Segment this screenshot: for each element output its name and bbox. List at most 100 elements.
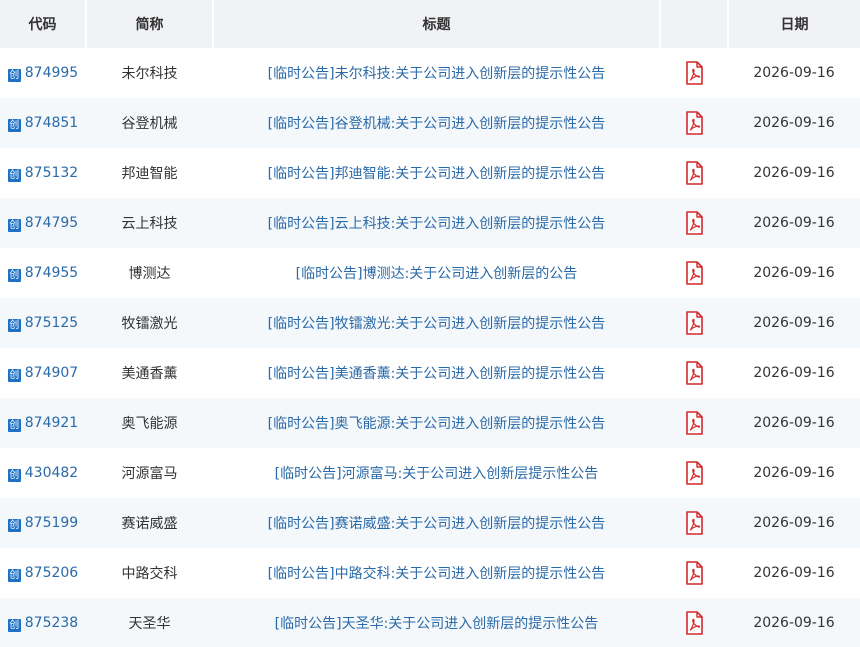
innovation-badge: 创 [7, 418, 21, 432]
file-cell [660, 248, 728, 298]
column-header-date: 日期 [728, 0, 860, 48]
file-cell [660, 148, 728, 198]
pdf-icon[interactable] [684, 211, 704, 235]
publish-date: 2026-09-16 [728, 148, 860, 198]
code-cell: 创 875238 [0, 598, 86, 647]
announcement-title-link[interactable]: [临时公告]谷登机械:关于公司进入创新层的提示性公告 [268, 116, 606, 132]
stock-code-link[interactable]: 430482 [25, 465, 78, 481]
stock-code-link[interactable]: 874955 [25, 265, 78, 281]
stock-code-link[interactable]: 875125 [25, 315, 78, 331]
announcement-title-link[interactable]: [临时公告]天圣华:关于公司进入创新层的提示性公告 [275, 616, 599, 632]
code-cell: 创 875206 [0, 548, 86, 598]
file-cell [660, 298, 728, 348]
stock-code-link[interactable]: 874795 [25, 215, 78, 231]
title-cell: [临时公告]中路交科:关于公司进入创新层的提示性公告 [213, 548, 660, 598]
stock-code-link[interactable]: 875132 [25, 165, 78, 181]
stock-name: 美通香薰 [86, 348, 213, 398]
table-row: 创 430482 河源富马 [临时公告]河源富马:关于公司进入创新层提示性公告 2… [0, 448, 860, 498]
pdf-icon[interactable] [684, 261, 704, 285]
table-row: 创 874907 美通香薰 [临时公告]美通香薰:关于公司进入创新层的提示性公告 … [0, 348, 860, 398]
table-row: 创 874995 未尔科技 [临时公告]未尔科技:关于公司进入创新层的提示性公告 … [0, 48, 860, 98]
innovation-badge: 创 [7, 68, 21, 82]
title-cell: [临时公告]美通香薰:关于公司进入创新层的提示性公告 [213, 348, 660, 398]
pdf-icon[interactable] [684, 561, 704, 585]
publish-date: 2026-09-16 [728, 248, 860, 298]
stock-code-link[interactable]: 875238 [25, 615, 78, 631]
column-header-name: 简称 [86, 0, 214, 48]
stock-code-link[interactable]: 874921 [25, 415, 78, 431]
pdf-icon[interactable] [684, 411, 704, 435]
table-row: 创 874851 谷登机械 [临时公告]谷登机械:关于公司进入创新层的提示性公告 … [0, 98, 860, 148]
code-cell: 创 874795 [0, 198, 86, 248]
file-cell [660, 98, 728, 148]
table-row: 创 875238 天圣华 [临时公告]天圣华:关于公司进入创新层的提示性公告 20… [0, 598, 860, 647]
title-cell: [临时公告]天圣华:关于公司进入创新层的提示性公告 [213, 598, 660, 647]
stock-code-link[interactable]: 874851 [25, 115, 78, 131]
pdf-icon[interactable] [684, 511, 704, 535]
stock-code-link[interactable]: 874995 [25, 65, 78, 81]
announcement-title-link[interactable]: [临时公告]美通香薰:关于公司进入创新层的提示性公告 [268, 366, 606, 382]
announcement-title-link[interactable]: [临时公告]邦迪智能:关于公司进入创新层的提示性公告 [268, 166, 606, 182]
pdf-icon[interactable] [684, 611, 704, 635]
file-cell [660, 548, 728, 598]
announcement-title-link[interactable]: [临时公告]牧镭激光:关于公司进入创新层的提示性公告 [268, 316, 606, 332]
innovation-badge: 创 [7, 518, 21, 532]
announcement-title-link[interactable]: [临时公告]奥飞能源:关于公司进入创新层的提示性公告 [268, 416, 606, 432]
table-row: 创 875199 赛诺威盛 [临时公告]赛诺威盛:关于公司进入创新层的提示性公告 … [0, 498, 860, 548]
stock-name: 谷登机械 [86, 98, 213, 148]
stock-name: 天圣华 [86, 598, 213, 647]
innovation-badge: 创 [7, 318, 21, 332]
stock-name: 牧镭激光 [86, 298, 213, 348]
code-cell: 创 875132 [0, 148, 86, 198]
announcement-title-link[interactable]: [临时公告]中路交科:关于公司进入创新层的提示性公告 [268, 566, 606, 582]
stock-name: 中路交科 [86, 548, 213, 598]
innovation-badge: 创 [7, 118, 21, 132]
announcement-title-link[interactable]: [临时公告]未尔科技:关于公司进入创新层的提示性公告 [268, 66, 606, 82]
announcement-title-link[interactable]: [临时公告]河源富马:关于公司进入创新层提示性公告 [275, 466, 599, 482]
file-cell [660, 348, 728, 398]
announcement-table: 代码 简称 标题 日期 创 874995 未尔科技 [临时公告]未尔科技:关于公司… [0, 0, 860, 647]
announcement-title-link[interactable]: [临时公告]赛诺威盛:关于公司进入创新层的提示性公告 [268, 516, 606, 532]
stock-name: 未尔科技 [86, 48, 213, 98]
code-cell: 创 430482 [0, 448, 86, 498]
title-cell: [临时公告]未尔科技:关于公司进入创新层的提示性公告 [213, 48, 660, 98]
file-cell [660, 498, 728, 548]
title-cell: [临时公告]赛诺威盛:关于公司进入创新层的提示性公告 [213, 498, 660, 548]
file-cell [660, 398, 728, 448]
publish-date: 2026-09-16 [728, 398, 860, 448]
pdf-icon[interactable] [684, 461, 704, 485]
table-header: 代码 简称 标题 日期 [0, 0, 860, 48]
title-cell: [临时公告]谷登机械:关于公司进入创新层的提示性公告 [213, 98, 660, 148]
code-cell: 创 874907 [0, 348, 86, 398]
stock-code-link[interactable]: 875206 [25, 565, 78, 581]
code-cell: 创 875125 [0, 298, 86, 348]
table-row: 创 874955 博测达 [临时公告]博测达:关于公司进入创新层的公告 2026-… [0, 248, 860, 298]
pdf-icon[interactable] [684, 161, 704, 185]
pdf-icon[interactable] [684, 111, 704, 135]
publish-date: 2026-09-16 [728, 348, 860, 398]
title-cell: [临时公告]河源富马:关于公司进入创新层提示性公告 [213, 448, 660, 498]
title-cell: [临时公告]奥飞能源:关于公司进入创新层的提示性公告 [213, 398, 660, 448]
publish-date: 2026-09-16 [728, 198, 860, 248]
pdf-icon[interactable] [684, 61, 704, 85]
stock-code-link[interactable]: 875199 [25, 515, 78, 531]
table-row: 创 875125 牧镭激光 [临时公告]牧镭激光:关于公司进入创新层的提示性公告 … [0, 298, 860, 348]
code-cell: 创 875199 [0, 498, 86, 548]
pdf-icon[interactable] [684, 311, 704, 335]
table-body: 创 874995 未尔科技 [临时公告]未尔科技:关于公司进入创新层的提示性公告 … [0, 48, 860, 647]
column-header-code: 代码 [0, 0, 87, 48]
code-cell: 创 874921 [0, 398, 86, 448]
pdf-icon[interactable] [684, 361, 704, 385]
code-cell: 创 874851 [0, 98, 86, 148]
stock-name: 云上科技 [86, 198, 213, 248]
publish-date: 2026-09-16 [728, 298, 860, 348]
innovation-badge: 创 [7, 468, 21, 482]
column-header-file [660, 0, 729, 48]
innovation-badge: 创 [7, 218, 21, 232]
announcement-title-link[interactable]: [临时公告]云上科技:关于公司进入创新层的提示性公告 [268, 216, 606, 232]
stock-code-link[interactable]: 874907 [25, 365, 78, 381]
publish-date: 2026-09-16 [728, 598, 860, 647]
announcement-title-link[interactable]: [临时公告]博测达:关于公司进入创新层的公告 [296, 266, 578, 282]
innovation-badge: 创 [7, 168, 21, 182]
stock-name: 奥飞能源 [86, 398, 213, 448]
